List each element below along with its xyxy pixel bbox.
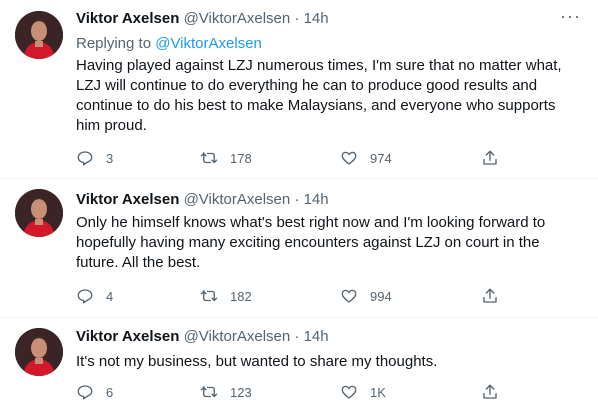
- share-icon: [483, 384, 497, 399]
- reply-mention-link[interactable]: @ViktorAxelsen: [155, 35, 262, 52]
- action-bar: 4 182 994: [76, 286, 516, 306]
- like-button[interactable]: 974: [340, 148, 392, 168]
- share-button[interactable]: [481, 286, 499, 306]
- retweet-count: 123: [230, 384, 252, 400]
- avatar[interactable]: [15, 189, 63, 237]
- author-handle[interactable]: @ViktorAxelsen: [184, 328, 291, 345]
- retweet-icon: [200, 386, 218, 398]
- reply-button[interactable]: 3: [76, 148, 113, 168]
- reply-icon: [77, 289, 93, 304]
- like-icon: [341, 289, 357, 303]
- author-handle[interactable]: @ViktorAxelsen: [184, 10, 291, 27]
- reply-count: 3: [106, 150, 114, 166]
- like-count: 994: [370, 288, 392, 304]
- avatar[interactable]: [15, 328, 63, 376]
- timestamp[interactable]: 14h: [304, 191, 329, 208]
- author-name[interactable]: Viktor Axelsen: [76, 328, 179, 345]
- avatar[interactable]: [15, 11, 63, 59]
- like-button[interactable]: 1K: [340, 382, 386, 402]
- like-count: 974: [370, 150, 392, 166]
- share-icon: [483, 150, 497, 165]
- reply-button[interactable]: 4: [76, 286, 113, 306]
- share-button[interactable]: [481, 148, 499, 168]
- reply-count: 6: [106, 384, 114, 400]
- reply-icon: [77, 151, 93, 166]
- tweet[interactable]: Viktor Axelsen @ViktorAxelsen · 14h It's…: [0, 318, 598, 413]
- like-button[interactable]: 994: [340, 286, 392, 306]
- like-icon: [341, 151, 357, 165]
- separator-dot: ·: [294, 10, 300, 27]
- more-icon[interactable]: ···: [560, 7, 580, 31]
- separator-dot: ·: [294, 191, 300, 208]
- retweet-icon: [200, 152, 218, 164]
- separator-dot: ·: [294, 328, 300, 345]
- tweet-text: Having played against LZJ numerous times…: [76, 57, 562, 134]
- reply-icon: [77, 385, 93, 400]
- tweet-header: Viktor Axelsen @ViktorAxelsen · 14h: [76, 191, 329, 211]
- tweet-text: It's not my business, but wanted to shar…: [76, 353, 438, 370]
- retweet-count: 182: [230, 288, 252, 304]
- author-name[interactable]: Viktor Axelsen: [76, 191, 179, 208]
- retweet-button[interactable]: 123: [200, 382, 252, 402]
- timestamp[interactable]: 14h: [304, 10, 329, 27]
- author-name[interactable]: Viktor Axelsen: [76, 10, 179, 27]
- reply-count: 4: [106, 288, 114, 304]
- tweet[interactable]: Viktor Axelsen @ViktorAxelsen · 14h ··· …: [0, 0, 598, 179]
- tweet-text: Only he himself knows what's best right …: [76, 214, 546, 271]
- share-icon: [483, 288, 497, 303]
- author-handle[interactable]: @ViktorAxelsen: [184, 191, 291, 208]
- action-bar: 3 178 974: [76, 148, 516, 168]
- replying-to: Replying to @ViktorAxelsen: [76, 35, 262, 52]
- like-count: 1K: [370, 384, 386, 400]
- share-button[interactable]: [481, 382, 499, 402]
- tweet-header: Viktor Axelsen @ViktorAxelsen · 14h: [76, 328, 329, 348]
- tweet[interactable]: Viktor Axelsen @ViktorAxelsen · 14h Only…: [0, 179, 598, 318]
- retweet-button[interactable]: 182: [200, 286, 252, 306]
- tweet-header: Viktor Axelsen @ViktorAxelsen · 14h: [76, 10, 329, 30]
- like-icon: [341, 385, 357, 399]
- timestamp[interactable]: 14h: [304, 328, 329, 345]
- action-bar: 6 123 1K: [76, 382, 516, 402]
- reply-button[interactable]: 6: [76, 382, 113, 402]
- retweet-icon: [200, 290, 218, 302]
- retweet-button[interactable]: 178: [200, 148, 252, 168]
- replying-label: Replying to: [76, 35, 152, 52]
- retweet-count: 178: [230, 150, 252, 166]
